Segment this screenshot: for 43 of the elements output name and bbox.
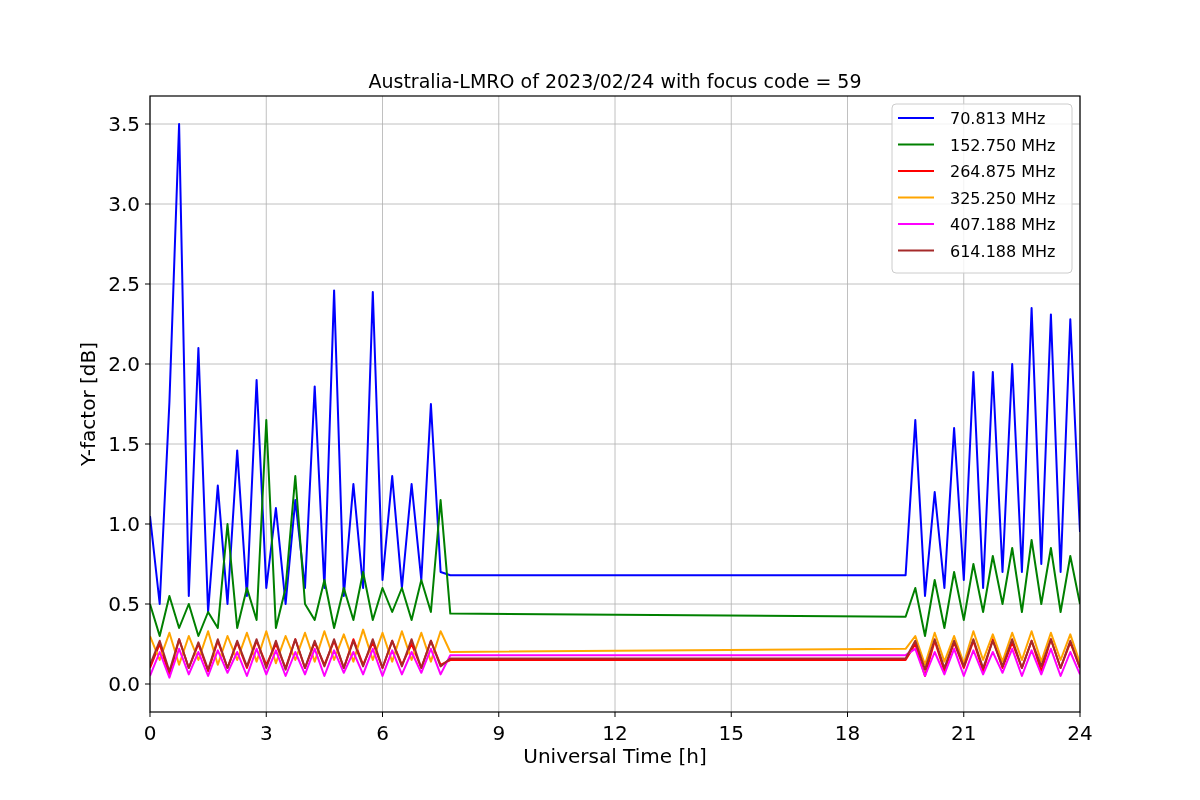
tick-label: 1.5 <box>108 432 140 456</box>
legend-label: 70.813 MHz <box>950 109 1046 128</box>
legend-label: 614.188 MHz <box>950 241 1056 261</box>
tick-label: 3.5 <box>108 112 140 136</box>
tick-label: 2.5 <box>108 272 140 296</box>
tick-label: 3.0 <box>108 192 140 216</box>
tick-label: 0 <box>143 721 157 745</box>
axis-label: Universal Time [h] <box>523 744 707 768</box>
tick-label: 1.0 <box>108 512 140 536</box>
tick-mark <box>963 711 965 718</box>
tick-mark <box>144 603 151 605</box>
tick-mark <box>730 711 732 718</box>
legend-label: 152.750 MHz <box>950 135 1056 155</box>
tick-label: 18 <box>834 721 861 745</box>
tick-label: 12 <box>602 721 628 745</box>
tick-label: 6 <box>376 721 389 745</box>
tick-label: 9 <box>492 721 506 745</box>
tick-label: 3 <box>259 721 273 745</box>
tick-mark <box>144 523 151 525</box>
tick-mark <box>265 711 267 718</box>
tick-label: 0.0 <box>108 672 140 696</box>
legend-label: 325.250 MHz <box>950 188 1056 208</box>
tick-label: 21 <box>951 721 977 745</box>
tick-label: 0.5 <box>108 592 140 616</box>
chart-title: Australia-LMRO of 2023/02/24 with focus code = 59 <box>368 70 862 92</box>
tick-mark <box>144 123 151 125</box>
tick-mark <box>149 711 151 718</box>
tick-mark <box>382 711 383 718</box>
tick-mark <box>847 711 848 718</box>
tick-mark <box>498 711 500 718</box>
tick-mark <box>1079 711 1081 718</box>
axis-label: Y-factor [dB] <box>76 342 100 466</box>
legend-label: 407.188 MHz <box>950 215 1056 234</box>
tick-mark <box>144 363 151 365</box>
tick-mark <box>144 683 151 685</box>
tick-mark <box>144 283 151 285</box>
tick-label: 15 <box>718 721 744 745</box>
tick-mark <box>614 711 616 718</box>
tick-mark <box>144 443 151 445</box>
tick-label: 24 <box>1067 721 1093 745</box>
legend-label: 264.875 MHz <box>950 162 1056 181</box>
tick-mark <box>144 203 151 205</box>
tick-label: 2.0 <box>108 352 140 376</box>
